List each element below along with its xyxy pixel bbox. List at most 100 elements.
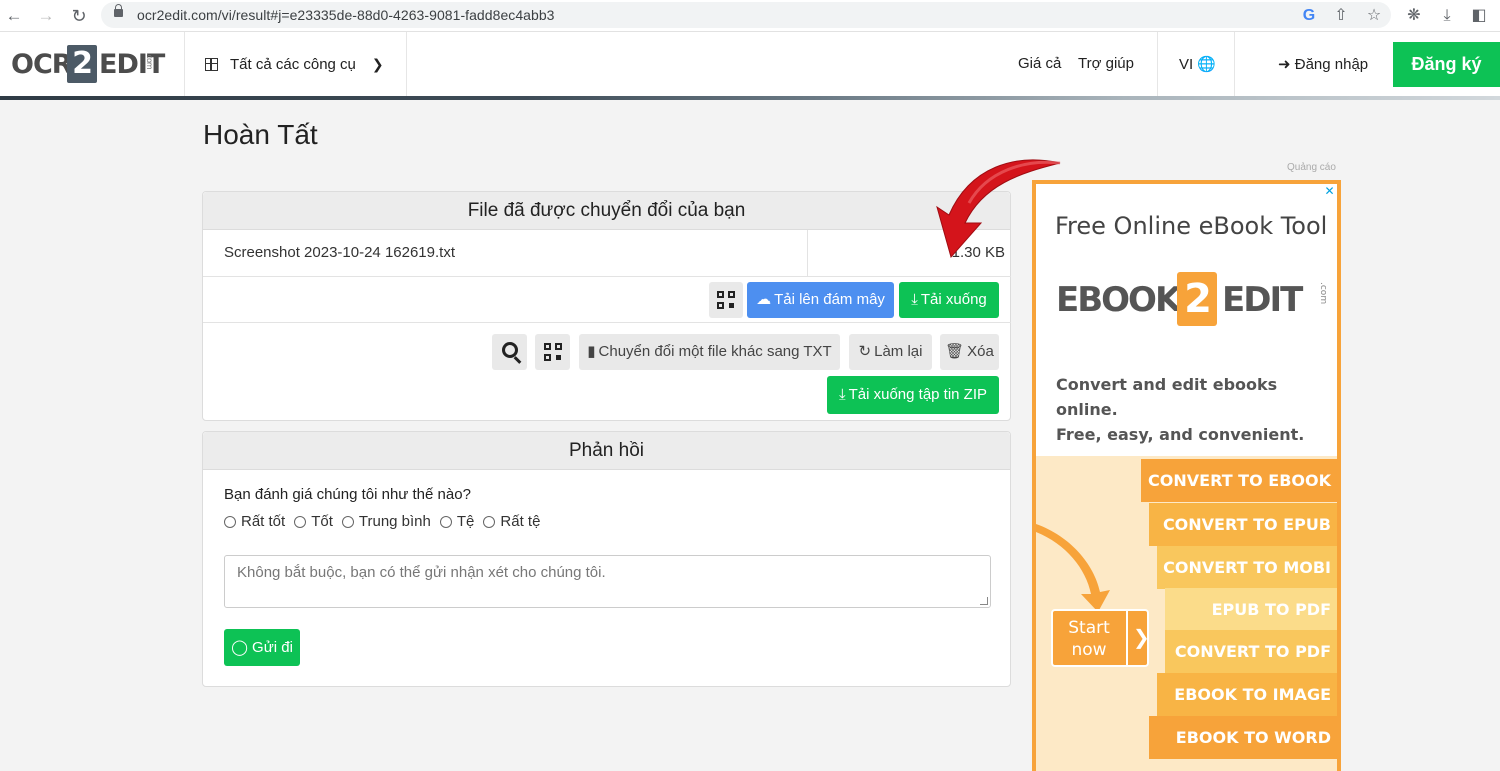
ad-item[interactable]: EPUB TO PDF [1165, 588, 1337, 631]
ad-logo-mid: 2 [1177, 272, 1217, 326]
header-divider [1234, 32, 1235, 96]
radio-button[interactable] [224, 515, 236, 528]
help-link[interactable]: Trợ giúp [1078, 55, 1134, 72]
download-button[interactable]: ⤓ Tải xuống [899, 282, 999, 318]
send-feedback-button[interactable]: ◯ Gửi đi [224, 629, 300, 666]
rating-option[interactable]: Tốt [294, 513, 333, 530]
start-line: now [1071, 640, 1107, 660]
google-icon[interactable]: G [1297, 4, 1321, 28]
start-line: Start [1068, 618, 1110, 638]
rating-label: Rất tốt [241, 513, 286, 530]
search-icon [501, 342, 518, 359]
ad-item[interactable]: CONVERT TO MOBI [1157, 546, 1337, 589]
rating-label: Trung bình [358, 513, 431, 530]
all-tools-menu[interactable]: Tất cả các công cụ ❯ [205, 52, 384, 76]
converted-files-heading: File đã được chuyển đổi của bạn [203, 192, 1010, 230]
comment-icon: ◯ [231, 639, 248, 656]
ad-item[interactable]: EBOOK TO IMAGE [1157, 673, 1337, 716]
convert-another-label: Chuyển đổi một file khác sang TXT [598, 343, 832, 360]
rating-option[interactable]: Trung bình [341, 513, 431, 530]
radio-button[interactable] [294, 515, 307, 528]
all-tools-label: Tất cả các công cụ [230, 55, 356, 73]
feedback-card: Phản hồi Bạn đánh giá chúng tôi như thế … [202, 431, 1011, 687]
convert-another-button[interactable]: ▮ Chuyển đổi một file khác sang TXT [579, 334, 840, 370]
radio-button[interactable] [439, 515, 452, 528]
logo-text-left: OCR [11, 49, 73, 80]
ad-desc-line: Convert and edit ebooks online. [1056, 375, 1278, 419]
header-divider [1157, 32, 1158, 96]
preview-search-button[interactable] [492, 334, 527, 370]
reload-icon[interactable]: ↻ [67, 4, 91, 28]
ebook2edit-ad[interactable]: ✕ Free Online eBook Tool EBOOK 2 EDIT .c… [1032, 180, 1341, 771]
extensions-icon[interactable]: ❋ [1402, 4, 1426, 28]
resize-handle[interactable] [980, 597, 988, 605]
download-icon[interactable]: ⤓ [1435, 4, 1459, 28]
ad-logo-suffix: .com [1318, 282, 1328, 305]
address-bar[interactable]: ocr2edit.com/vi/result#j=e23335de-88d0-4… [101, 2, 1391, 28]
start-now-label: Start now [1053, 617, 1125, 661]
redo-label: Làm lại [874, 343, 923, 360]
file-row-divider [807, 230, 808, 276]
ad-description: Convert and edit ebooks online. Free, ea… [1056, 372, 1337, 447]
ad-item[interactable]: EBOOK TO WORD [1149, 716, 1337, 759]
bookmark-star-icon[interactable]: ☆ [1362, 4, 1386, 28]
feedback-placeholder: Không bắt buộc, bạn có thể gửi nhận xét … [237, 564, 606, 581]
ad-logo-left: EBOOK [1056, 280, 1181, 320]
file-row: Screenshot 2023-10-24 162619.txt 1.30 KB [203, 230, 1011, 277]
delete-button[interactable]: 🗑 Xóa [940, 334, 999, 370]
trash-icon: 🗑 [945, 343, 965, 360]
converted-files-card: File đã được chuyển đổi của bạn Screensh… [202, 191, 1011, 421]
url-text: ocr2edit.com/vi/result#j=e23335de-88d0-4… [137, 7, 555, 23]
header-divider [184, 32, 185, 96]
qr-code-button[interactable] [709, 282, 743, 318]
share-icon[interactable]: ⇧ [1329, 4, 1353, 28]
ad-label: Quảng cáo [1287, 162, 1336, 173]
qr-code-icon [717, 291, 735, 310]
logo-text-right: EDIT [99, 49, 165, 80]
sidepanel-icon[interactable]: ◧ [1467, 4, 1491, 28]
login-icon: ➜ [1278, 56, 1291, 73]
delete-label: Xóa [967, 343, 994, 360]
start-now-button[interactable]: Start now ❯ [1051, 609, 1150, 667]
rating-label: Tốt [311, 513, 333, 530]
rating-option[interactable]: Rất tốt [224, 513, 285, 530]
file-actions-row: ☁ Tải lên đám mây ⤓ Tải xuống [203, 277, 1011, 323]
page-title: Hoàn Tất [203, 119, 318, 150]
pricing-link[interactable]: Giá cả [1018, 55, 1061, 72]
upload-cloud-button[interactable]: ☁ Tải lên đám mây [747, 282, 894, 318]
download-zip-button[interactable]: ⤓ Tải xuống tập tin ZIP [827, 376, 999, 414]
logo-text-mid: 2 [67, 45, 97, 83]
rating-label: Tệ [456, 513, 475, 530]
file-name: Screenshot 2023-10-24 162619.txt [224, 244, 455, 261]
qr-code-all-button[interactable] [535, 334, 570, 370]
redo-button[interactable]: ↻ Làm lại [849, 334, 932, 370]
feedback-textarea[interactable]: Không bắt buộc, bạn có thể gửi nhận xét … [224, 555, 991, 608]
chevron-down-icon: ❯ [371, 55, 384, 72]
header-divider [406, 32, 407, 96]
radio-button[interactable] [483, 515, 496, 528]
language-selector[interactable]: VI 🌐 [1179, 55, 1216, 73]
language-label: VI [1179, 56, 1194, 73]
download-icon: ⤓ [911, 291, 918, 308]
ad-item[interactable]: CONVERT TO PDF [1165, 630, 1337, 673]
rating-label: Rất tệ [500, 513, 541, 530]
ad-desc-line: Free, easy, and convenient. [1056, 425, 1305, 444]
logo-suffix: .com [145, 53, 154, 69]
login-link[interactable]: ➜ Đăng nhập [1278, 55, 1368, 73]
file-icon: ▮ [587, 343, 596, 360]
rating-question: Bạn đánh giá chúng tôi như thế nào? [224, 486, 471, 503]
signup-button[interactable]: Đăng ký [1393, 42, 1500, 87]
forward-icon[interactable]: → [34, 4, 58, 28]
rating-option[interactable]: Rất tệ [483, 513, 540, 530]
download-icon: ⤓ [838, 386, 846, 403]
rating-option[interactable]: Tệ [439, 513, 475, 530]
close-ad-icon[interactable]: ✕ [1322, 184, 1337, 199]
login-label: Đăng nhập [1294, 56, 1369, 73]
upload-cloud-label: Tải lên đám mây [774, 291, 885, 308]
back-icon[interactable]: ← [2, 4, 26, 28]
globe-icon: 🌐 [1197, 56, 1217, 73]
ad-item[interactable]: CONVERT TO EBOOK [1141, 459, 1337, 502]
ad-item[interactable]: CONVERT TO EPUB [1149, 503, 1337, 546]
rating-options: Rất tốt Tốt Trung bình Tệ Rất tệ [224, 513, 549, 530]
radio-button[interactable] [341, 515, 354, 528]
